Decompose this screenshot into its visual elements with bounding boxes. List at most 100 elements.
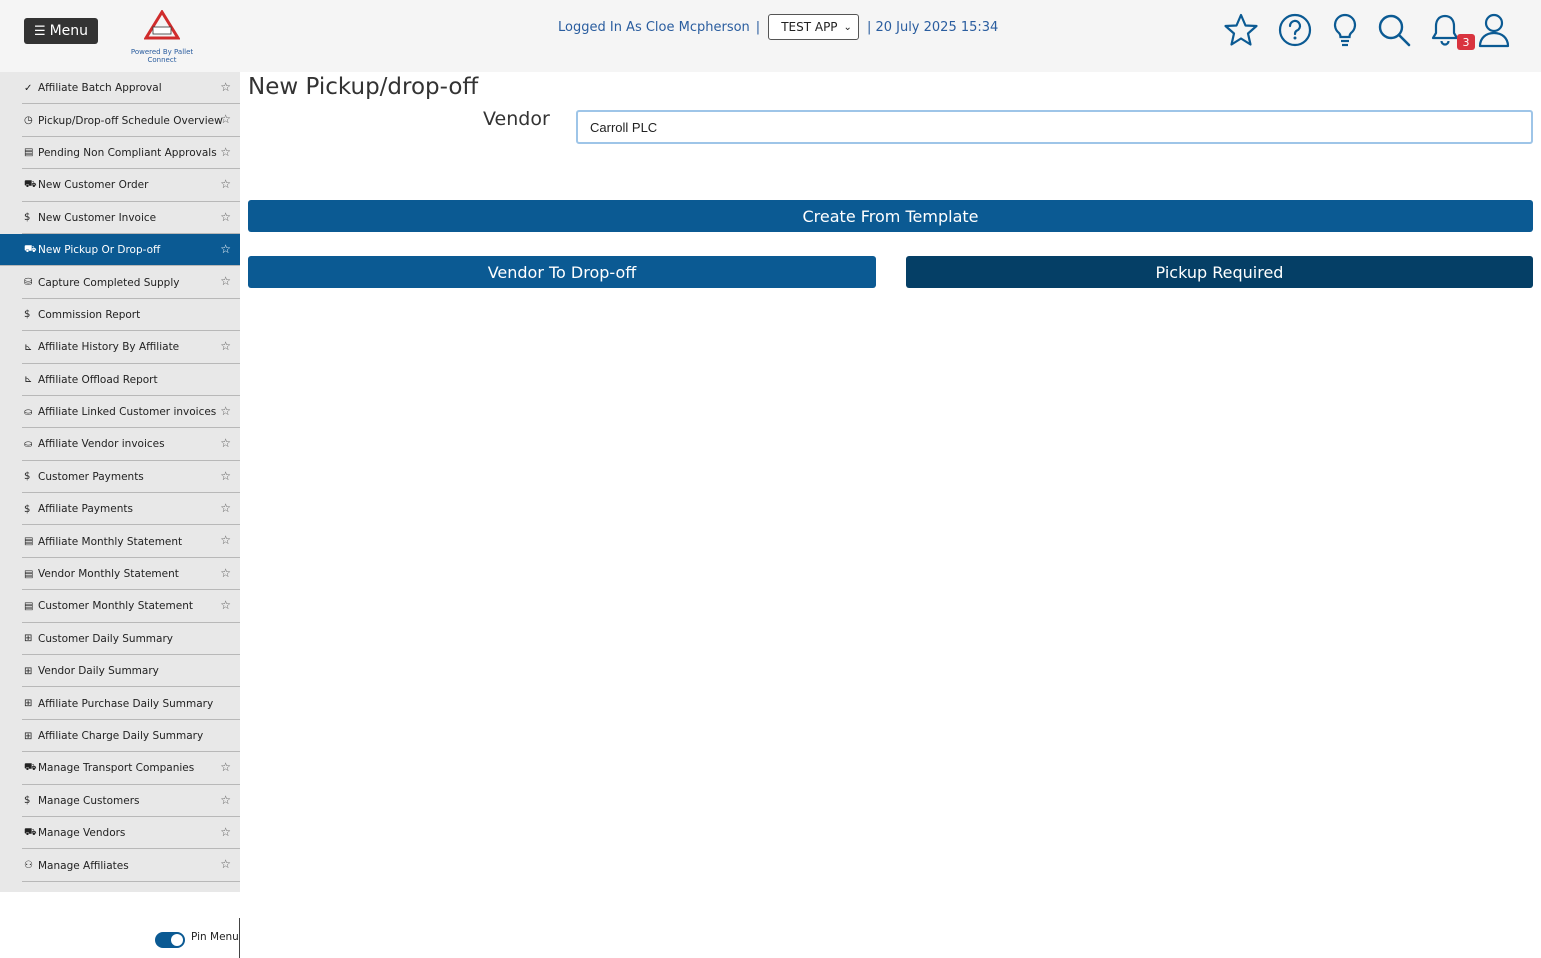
sidebar-item-icon: ⛟: [24, 243, 37, 255]
favorite-star-icon[interactable]: ☆: [220, 825, 231, 839]
favorite-star-icon[interactable]: ☆: [220, 112, 231, 126]
sidebar-item[interactable]: ⛁ Capture Completed Supply ☆: [0, 266, 240, 300]
sidebar-item-icon: ▤: [24, 568, 34, 580]
sidebar-item[interactable]: ⛟ Manage Vendors ☆: [0, 817, 240, 850]
pin-menu-toggle[interactable]: [155, 932, 185, 948]
sidebar-item[interactable]: $ Commission Report: [0, 299, 240, 332]
vendor-to-dropoff-button[interactable]: Vendor To Drop-off: [248, 256, 876, 288]
chevron-down-icon: ⌄: [843, 21, 852, 33]
sidebar-item-label: Customer Payments: [38, 470, 144, 483]
sidebar-item[interactable]: ⛟ New Customer Order ☆: [0, 169, 240, 202]
sidebar-item-icon: ⊞: [24, 730, 33, 742]
top-header: ☰ Menu Powered By Pallet Connect Logged …: [0, 0, 1541, 72]
sidebar-item-icon: ⛟: [24, 761, 37, 773]
sidebar-item-label: Affiliate History By Affiliate: [38, 341, 180, 354]
sidebar-item-label: Manage Customers: [38, 794, 140, 807]
vendor-input[interactable]: [576, 110, 1533, 144]
sidebar-item-label: Affiliate Batch Approval: [38, 82, 162, 95]
sidebar-item-icon: ⛁: [24, 277, 33, 289]
favorite-star-icon[interactable]: ☆: [220, 242, 231, 256]
sidebar-item[interactable]: $ Affiliate Payments ☆: [0, 493, 240, 526]
star-icon[interactable]: [1223, 12, 1259, 48]
logged-in-user: Logged In As Cloe Mcpherson: [558, 19, 750, 35]
favorite-star-icon[interactable]: ☆: [220, 469, 231, 483]
pickup-required-button[interactable]: Pickup Required: [906, 256, 1533, 288]
hamburger-icon: ☰: [33, 23, 46, 39]
sidebar-item-icon: ⚇: [24, 860, 33, 872]
sidebar-item[interactable]: ⛀ Affiliate Vendor invoices ☆: [0, 428, 240, 462]
favorite-star-icon[interactable]: ☆: [220, 857, 231, 871]
help-icon[interactable]: [1277, 12, 1313, 48]
sidebar-item-label: Manage Affiliates: [38, 859, 129, 872]
sidebar-item[interactable]: ⛟ New Pickup Or Drop-off ☆: [0, 233, 240, 267]
menu-button[interactable]: ☰ Menu: [24, 18, 98, 44]
favorite-star-icon[interactable]: ☆: [220, 598, 231, 612]
sidebar-item[interactable]: ⊾ Affiliate History By Affiliate ☆: [0, 331, 240, 364]
sidebar-item[interactable]: ⊞ Customer Daily Summary: [0, 623, 240, 656]
sidebar-item[interactable]: ⛀ Affiliate Linked Customer invoices ☆: [0, 396, 240, 429]
sidebar-item[interactable]: ⊞ Affiliate Purchase Daily Summary: [0, 687, 240, 721]
sidebar-item-label: Pending Non Compliant Approvals: [38, 146, 217, 159]
favorite-star-icon[interactable]: ☆: [220, 274, 231, 288]
sidebar-item[interactable]: ⚇ Manage Affiliates ☆: [0, 849, 240, 883]
sidebar-item-icon: ⛟: [24, 178, 37, 190]
create-from-template-button[interactable]: Create From Template: [248, 200, 1533, 232]
favorite-star-icon[interactable]: ☆: [220, 793, 231, 807]
sidebar-item[interactable]: ▤ Affiliate Monthly Statement ☆: [0, 525, 240, 559]
sidebar-item[interactable]: ⊞ Vendor Daily Summary: [0, 655, 240, 688]
sidebar: ✓ Affiliate Batch Approval ☆ ◷ Pickup/Drop-o…: [0, 72, 240, 958]
sidebar-item[interactable]: $ New Customer Invoice ☆: [0, 202, 240, 235]
sidebar-item[interactable]: ◷ Pickup/Drop-off Schedule Overview ☆: [0, 104, 240, 138]
favorite-star-icon[interactable]: ☆: [220, 404, 231, 418]
sidebar-item-icon: ▤: [24, 536, 34, 548]
sidebar-item[interactable]: ▤ Customer Monthly Statement ☆: [0, 590, 240, 624]
favorite-star-icon[interactable]: ☆: [220, 760, 231, 774]
sidebar-item-label: Affiliate Offload Report: [38, 373, 158, 386]
lightbulb-icon[interactable]: [1327, 12, 1363, 48]
sidebar-item-label: New Customer Order: [38, 179, 149, 192]
sidebar-item-label: Affiliate Charge Daily Summary: [38, 730, 204, 742]
favorite-star-icon[interactable]: ☆: [220, 145, 231, 159]
sidebar-item[interactable]: $ Customer Payments ☆: [0, 461, 240, 494]
sidebar-item-icon: ⊞: [24, 665, 33, 677]
favorite-star-icon[interactable]: ☆: [220, 339, 231, 353]
favorite-star-icon[interactable]: ☆: [220, 436, 231, 450]
sidebar-item[interactable]: ⛟ Manage Transport Companies ☆: [0, 752, 240, 785]
logo-caption: Powered By Pallet Connect: [130, 48, 194, 64]
sidebar-item-label: Manage Vendors: [38, 827, 126, 840]
sidebar-item[interactable]: ⊾ Affiliate Offload Report: [0, 364, 240, 397]
sidebar-item-icon: ⊾: [24, 341, 33, 353]
sidebar-item-label: Vendor Monthly Statement: [38, 568, 179, 581]
app-selector[interactable]: TEST APP ⌄: [768, 14, 859, 40]
current-datetime: | 20 July 2025 15:34: [866, 19, 999, 35]
pin-menu-label: Pin Menu: [191, 931, 239, 943]
sidebar-item-icon: $: [24, 503, 31, 515]
sidebar-item-label: Customer Daily Summary: [38, 632, 173, 645]
sidebar-item-label: Affiliate Monthly Statement: [38, 535, 183, 548]
sidebar-item-icon: ▤: [24, 600, 34, 612]
sidebar-item-icon: ◷: [24, 115, 33, 127]
sidebar-item-icon: ⊾: [24, 374, 33, 386]
sidebar-item-icon: $: [24, 212, 31, 224]
sidebar-item[interactable]: ⊞ Affiliate Charge Daily Summary: [0, 720, 240, 753]
user-icon[interactable]: [1476, 12, 1512, 48]
sidebar-item-label: Affiliate Purchase Daily Summary: [38, 697, 214, 710]
sidebar-item[interactable]: ▤ Vendor Monthly Statement ☆: [0, 558, 240, 591]
favorite-star-icon[interactable]: ☆: [220, 533, 231, 547]
favorite-star-icon[interactable]: ☆: [220, 501, 231, 515]
divider: [239, 918, 240, 958]
sidebar-item[interactable]: ▤ Pending Non Compliant Approvals ☆: [0, 137, 240, 170]
sidebar-item[interactable]: $ Manage Customers ☆: [0, 785, 240, 818]
sidebar-item-label: Pickup/Drop-off Schedule Overview: [38, 114, 223, 127]
favorite-star-icon[interactable]: ☆: [220, 80, 231, 94]
app-logo[interactable]: Powered By Pallet Connect: [116, 8, 208, 64]
sidebar-item[interactable]: ✓ Affiliate Batch Approval ☆: [0, 72, 240, 105]
favorite-star-icon[interactable]: ☆: [220, 566, 231, 580]
favorite-star-icon[interactable]: ☆: [220, 177, 231, 191]
sidebar-item-label: Manage Transport Companies: [38, 762, 195, 775]
search-icon[interactable]: [1376, 12, 1412, 48]
sidebar-item-label: Commission Report: [38, 308, 141, 321]
sidebar-item-icon: ⊞: [24, 698, 33, 710]
menu-button-label: Menu: [49, 23, 89, 39]
favorite-star-icon[interactable]: ☆: [220, 210, 231, 224]
